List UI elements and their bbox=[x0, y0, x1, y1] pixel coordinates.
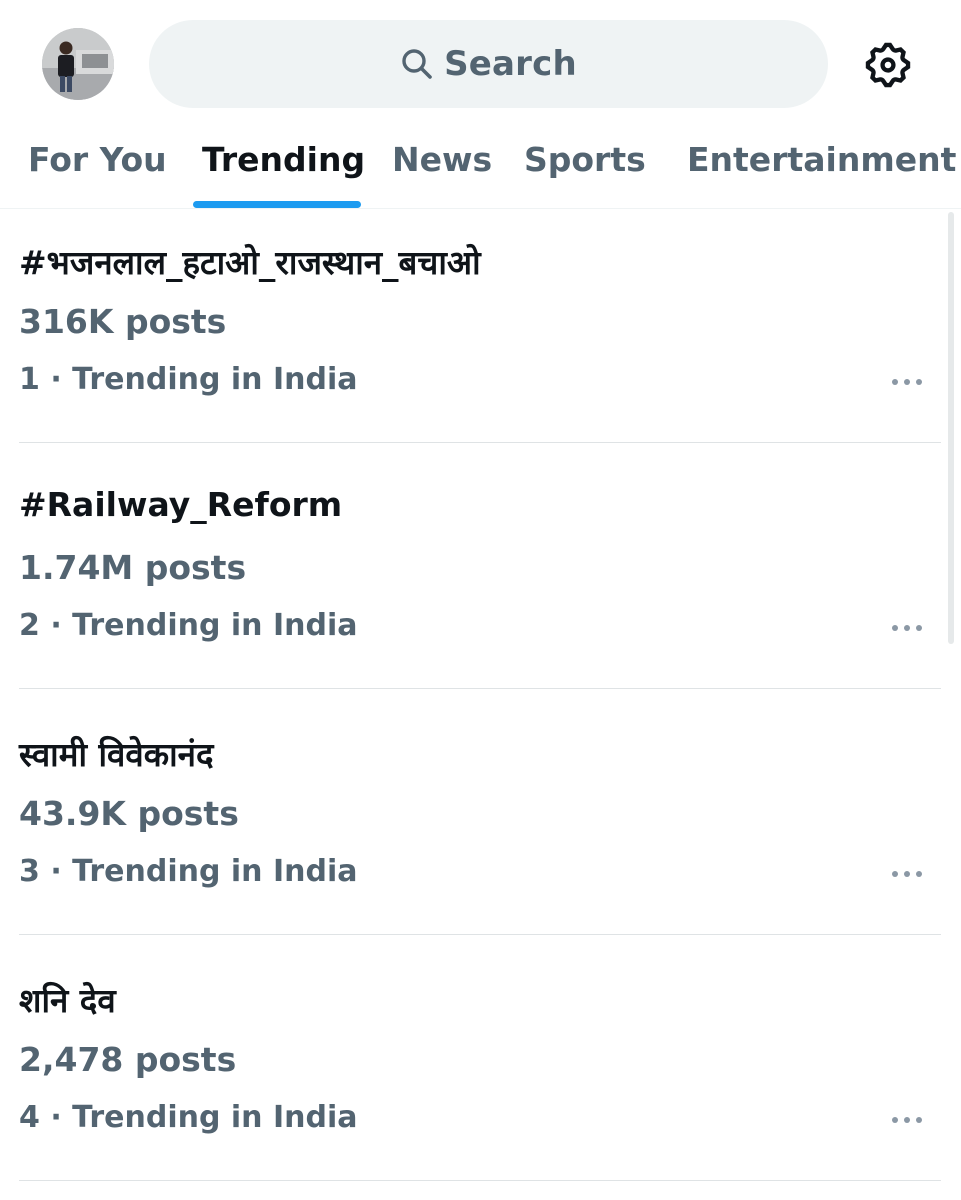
trend-item[interactable]: #Railway_Reform 1.74M posts 2 · Trending… bbox=[0, 455, 961, 689]
trend-meta: 2 · Trending in India bbox=[19, 608, 357, 643]
tab-for-you[interactable]: For You bbox=[28, 128, 167, 208]
trend-name: स्वामी विवेकानंद bbox=[19, 735, 214, 774]
gear-icon bbox=[865, 42, 911, 88]
top-bar: Search bbox=[0, 0, 961, 128]
explore-tabs: For You Trending News Sports Entertainme… bbox=[0, 128, 961, 208]
trend-post-count: 1.74M posts bbox=[19, 548, 247, 587]
trend-item[interactable]: शनि देव 2,478 posts 4 · Trending in Indi… bbox=[0, 947, 961, 1181]
avatar-photo bbox=[42, 28, 114, 100]
search-icon bbox=[400, 47, 434, 81]
search-input[interactable]: Search bbox=[149, 20, 828, 108]
more-options-icon[interactable] bbox=[890, 623, 924, 633]
trend-post-count: 2,478 posts bbox=[19, 1040, 237, 1079]
tab-label: Trending bbox=[202, 140, 366, 179]
trend-item[interactable]: #भजनलाल_हटाओ_राजस्थान_बचाओ 316K posts 1 … bbox=[0, 209, 961, 443]
separator-dot: · bbox=[39, 1100, 73, 1135]
tab-label: For You bbox=[28, 140, 167, 179]
tab-sports[interactable]: Sports bbox=[524, 128, 646, 208]
trend-divider bbox=[19, 1180, 941, 1181]
trend-divider bbox=[19, 934, 941, 935]
search-placeholder: Search bbox=[444, 44, 577, 84]
trend-rank: 2 bbox=[19, 608, 40, 643]
settings-button[interactable] bbox=[862, 39, 914, 91]
more-options-icon[interactable] bbox=[890, 869, 924, 879]
separator-dot: · bbox=[39, 854, 73, 889]
trend-meta: 1 · Trending in India bbox=[19, 362, 357, 397]
separator-dot: · bbox=[39, 608, 73, 643]
trend-divider bbox=[19, 442, 941, 443]
trend-context: Trending in India bbox=[72, 608, 358, 643]
more-options-icon[interactable] bbox=[890, 377, 924, 387]
trend-rank: 4 bbox=[19, 1100, 40, 1135]
trend-name: शनि देव bbox=[19, 981, 116, 1020]
trend-context: Trending in India bbox=[72, 1100, 358, 1135]
trend-rank: 1 bbox=[19, 362, 40, 397]
tab-news[interactable]: News bbox=[392, 128, 492, 208]
trend-item[interactable]: स्वामी विवेकानंद 43.9K posts 3 · Trendin… bbox=[0, 701, 961, 935]
trend-name: #भजनलाल_हटाओ_राजस्थान_बचाओ bbox=[19, 243, 481, 282]
active-tab-indicator bbox=[193, 201, 361, 208]
trend-context: Trending in India bbox=[72, 854, 358, 889]
trend-post-count: 316K posts bbox=[19, 302, 227, 341]
tab-trending[interactable]: Trending bbox=[202, 128, 365, 208]
trend-rank: 3 bbox=[19, 854, 40, 889]
tab-label: Entertainment bbox=[687, 140, 957, 179]
avatar[interactable] bbox=[42, 28, 114, 100]
tab-entertainment[interactable]: Entertainment bbox=[687, 128, 956, 208]
more-options-icon[interactable] bbox=[890, 1115, 924, 1125]
trend-name: #Railway_Reform bbox=[19, 485, 343, 524]
trend-meta: 3 · Trending in India bbox=[19, 854, 357, 889]
trend-meta: 4 · Trending in India bbox=[19, 1100, 357, 1135]
trend-post-count: 43.9K posts bbox=[19, 794, 239, 833]
trend-context: Trending in India bbox=[72, 362, 358, 397]
separator-dot: · bbox=[39, 362, 73, 397]
tab-label: News bbox=[392, 140, 493, 179]
trend-divider bbox=[19, 688, 941, 689]
tab-label: Sports bbox=[524, 140, 646, 179]
